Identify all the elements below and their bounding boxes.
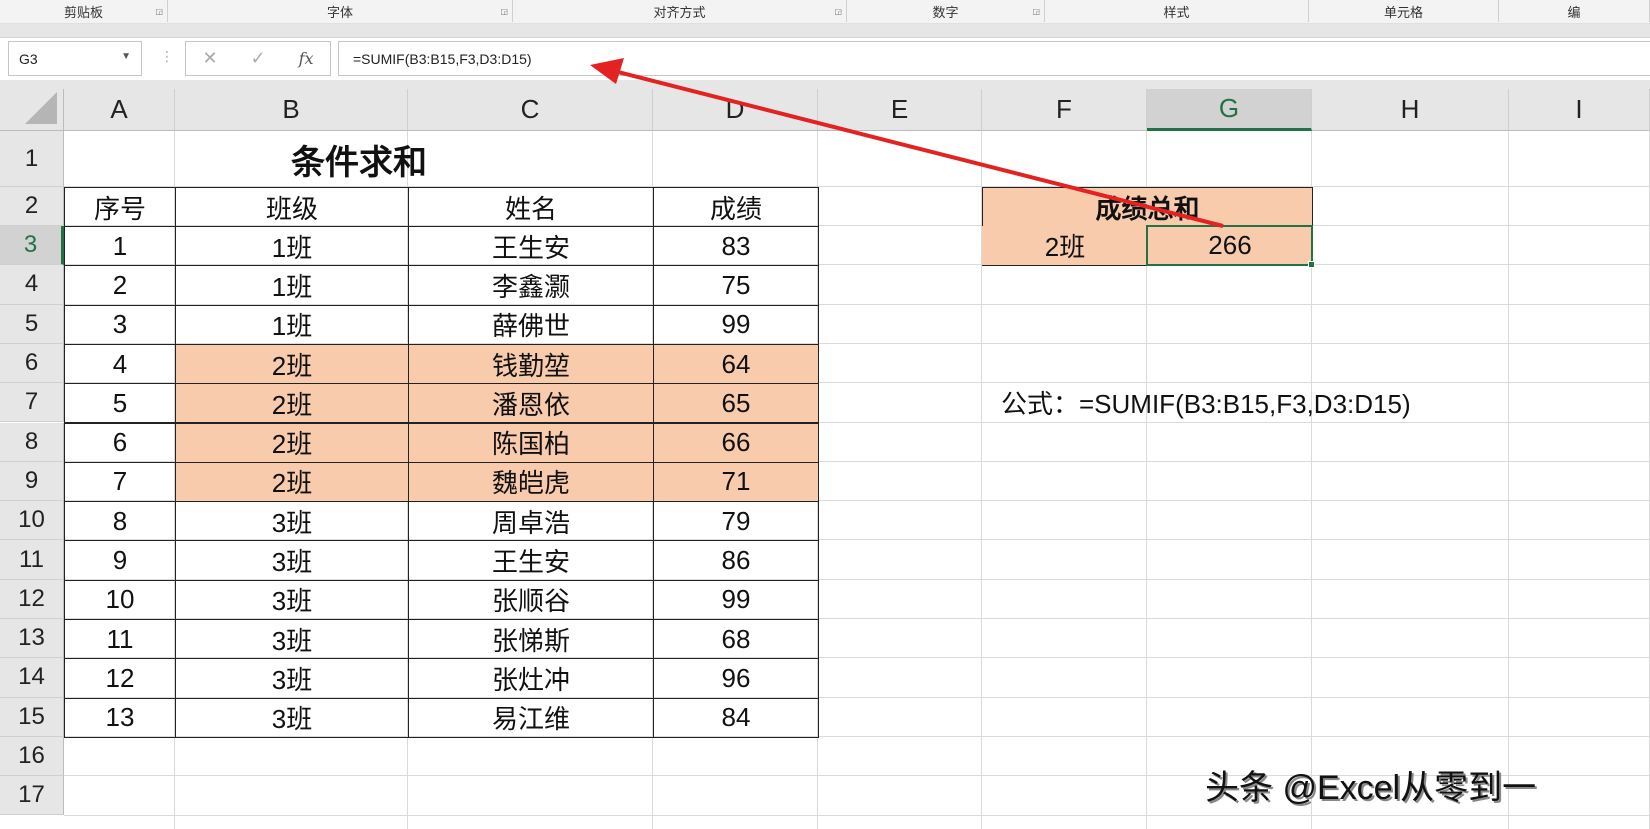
watermark: 头条 @Excel从零到一 — [1205, 769, 1537, 807]
arrow-line — [609, 68, 1224, 228]
annotation-arrow — [590, 58, 1224, 228]
arrow-head-icon — [590, 58, 624, 84]
